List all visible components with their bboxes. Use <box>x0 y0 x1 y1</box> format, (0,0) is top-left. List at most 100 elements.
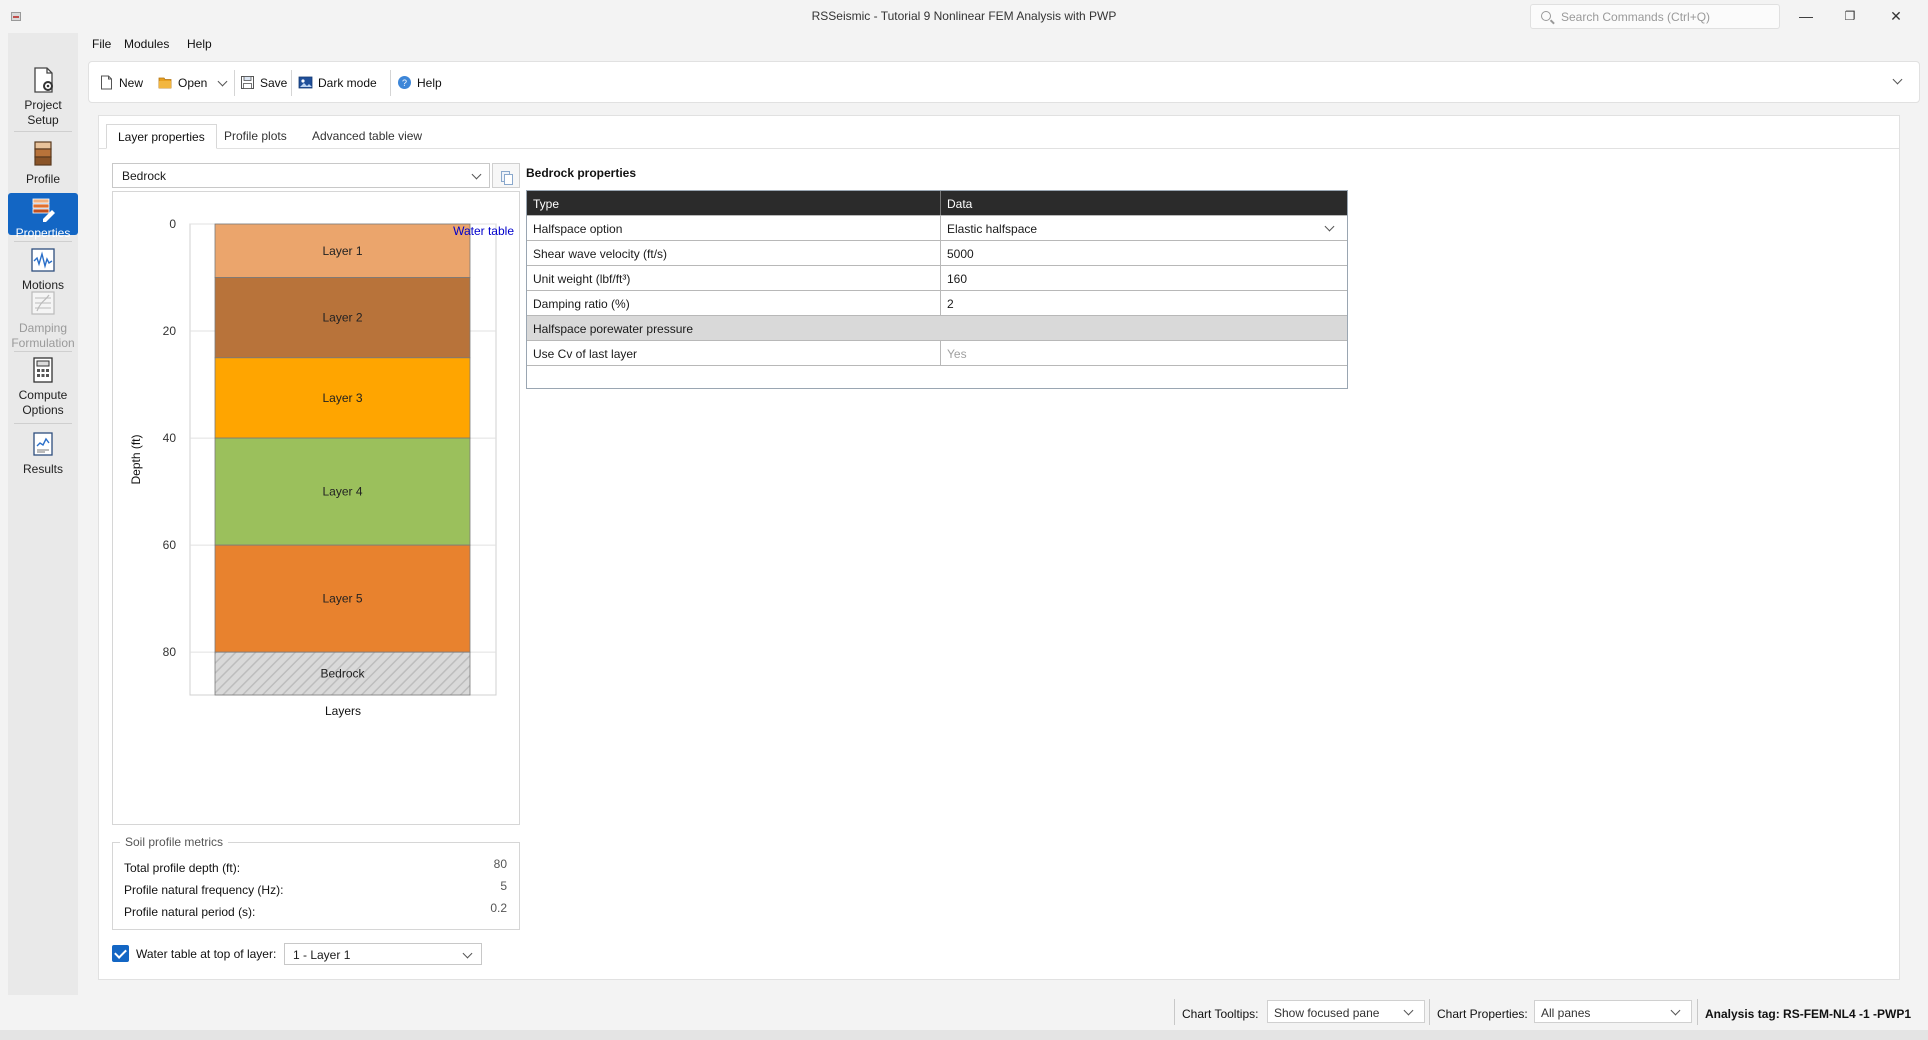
sidebar-divider <box>14 131 72 132</box>
sidebar-item-damping-formulation: Damping Formulation <box>8 289 78 350</box>
chevron-down-icon <box>1403 1005 1414 1016</box>
toolbar: New Open Save Dark mode ? Help <box>88 61 1920 103</box>
y-tick-label: 60 <box>163 538 177 552</box>
menu-modules[interactable]: Modules <box>124 37 169 51</box>
chart-yticks: 0 20 40 60 80 <box>163 217 177 659</box>
layer-label: Layer 4 <box>322 485 362 499</box>
tab-profile-plots[interactable]: Profile plots <box>213 124 298 149</box>
chart-properties-label: Chart Properties: <box>1437 1007 1528 1021</box>
property-name: Use Cv of last layer <box>527 341 941 365</box>
property-name: Shear wave velocity (ft/s) <box>527 241 941 265</box>
table-group-row: Halfspace porewater pressure <box>527 316 1347 341</box>
sidebar-item-compute-options[interactable]: Compute Options <box>8 356 78 417</box>
open-dropdown-chevron-icon[interactable] <box>217 76 228 87</box>
chart-tooltips-label: Chart Tooltips: <box>1182 1007 1259 1021</box>
status-divider <box>1697 999 1698 1025</box>
x-axis-label: Layers <box>325 704 361 718</box>
results-icon <box>33 432 53 456</box>
layer-label: Layer 2 <box>322 311 362 325</box>
column-header-data: Data <box>947 197 973 211</box>
metric-total-depth-label: Total profile depth (ft): <box>124 861 241 875</box>
search-placeholder: Search Commands (Ctrl+Q) <box>1561 10 1711 24</box>
sidebar-item-motions[interactable]: Motions <box>8 246 78 294</box>
properties-table: Type Data Halfspace option Elastic halfs… <box>526 190 1348 389</box>
damping-ratio-input[interactable]: 2 <box>941 291 1347 315</box>
metric-total-depth-value: 80 <box>493 857 507 871</box>
y-tick-label: 80 <box>163 645 177 659</box>
chevron-down-icon <box>462 948 473 959</box>
module-sidebar: Project Setup Profile Properties Motions <box>8 33 78 1032</box>
water-table-checkbox[interactable] <box>112 945 129 962</box>
metrics-legend: Soil profile metrics <box>120 835 229 849</box>
sidebar-divider <box>14 351 72 352</box>
window-bottom-edge <box>0 1030 1928 1040</box>
new-button[interactable]: New <box>97 74 143 94</box>
table-empty-row <box>527 366 1347 388</box>
title-bar: RSSeismic - Tutorial 9 Nonlinear FEM Ana… <box>0 0 1928 33</box>
sidebar-divider <box>14 241 72 242</box>
sidebar-item-properties[interactable]: Properties <box>8 193 78 240</box>
copy-layer-button[interactable] <box>492 163 520 188</box>
minimize-button[interactable]: — <box>1786 4 1826 29</box>
profile-chart[interactable]: Layer 1 Layer 2 Layer 3 Layer 4 Layer 5 Bedro… <box>112 191 520 825</box>
motions-icon <box>31 248 55 272</box>
toolbar-divider <box>234 70 235 96</box>
close-button[interactable]: ✕ <box>1876 4 1916 29</box>
metric-natural-frequency-value: 5 <box>500 879 507 893</box>
chart-properties-select[interactable]: All panes <box>1534 1000 1692 1023</box>
water-table-label-text: Water table at top of layer: <box>136 947 277 961</box>
toolbar-divider <box>390 70 391 96</box>
layer-label: Layer 5 <box>322 592 362 606</box>
chevron-down-icon <box>471 169 482 180</box>
y-axis-label: Depth (ft) <box>129 434 143 484</box>
layer-select[interactable]: Bedrock <box>112 163 490 188</box>
y-tick-label: 20 <box>163 324 177 338</box>
help-button[interactable]: ? Help <box>395 74 442 94</box>
dark-mode-button[interactable]: Dark mode <box>296 74 377 94</box>
analysis-tag: Analysis tag: RS-FEM-NL4 -1 -PWP1 <box>1705 1007 1912 1021</box>
halfspace-option-select[interactable]: Elastic halfspace <box>941 216 1347 240</box>
layer-label: Bedrock <box>320 667 365 681</box>
chevron-down-icon <box>1324 221 1335 232</box>
chart-tooltips-select[interactable]: Show focused pane <box>1267 1000 1425 1023</box>
properties-icon <box>32 198 55 222</box>
sidebar-item-results[interactable]: Results <box>8 430 78 478</box>
shear-wave-velocity-input[interactable]: 5000 <box>941 241 1347 265</box>
table-row: Shear wave velocity (ft/s) 5000 <box>527 241 1347 266</box>
project-setup-icon <box>34 67 53 93</box>
properties-title: Bedrock properties <box>526 166 637 180</box>
table-row: Halfspace option Elastic halfspace <box>527 216 1347 241</box>
status-divider <box>1429 999 1430 1025</box>
new-file-icon <box>101 75 112 90</box>
chevron-down-icon <box>1670 1005 1681 1016</box>
sidebar-item-profile[interactable]: Profile <box>8 140 78 188</box>
unit-weight-input[interactable]: 160 <box>941 266 1347 290</box>
collapse-ribbon-chevron-icon[interactable] <box>1892 74 1903 85</box>
status-bar: Chart Tooltips: Show focused pane Chart … <box>0 995 1928 1030</box>
layer-label: Layer 1 <box>322 244 362 258</box>
table-row: Damping ratio (%) 2 <box>527 291 1347 316</box>
property-name: Halfspace option <box>527 216 941 240</box>
damping-icon <box>31 291 55 315</box>
restore-button[interactable]: ❐ <box>1830 4 1870 29</box>
sidebar-item-project-setup[interactable]: Project Setup <box>8 66 78 127</box>
toolbar-divider <box>291 70 292 96</box>
svg-text:?: ? <box>402 78 407 88</box>
column-header-type: Type <box>527 191 941 215</box>
table-header-row: Type Data <box>527 191 1347 216</box>
tab-advanced-table-view[interactable]: Advanced table view <box>301 124 433 149</box>
table-row: Use Cv of last layer Yes <box>527 341 1347 366</box>
open-folder-icon <box>158 77 172 89</box>
water-table-layer-select[interactable]: 1 - Layer 1 <box>284 943 482 965</box>
search-commands-input[interactable]: Search Commands (Ctrl+Q) <box>1530 4 1780 29</box>
metric-natural-period-value: 0.2 <box>490 901 507 915</box>
use-cv-last-layer-value: Yes <box>947 347 967 361</box>
menu-file[interactable]: File <box>92 37 111 51</box>
menu-help[interactable]: Help <box>187 37 212 51</box>
open-button[interactable]: Open <box>156 74 207 94</box>
tab-layer-properties[interactable]: Layer properties <box>106 124 217 149</box>
save-button[interactable]: Save <box>238 74 287 94</box>
metric-natural-period-label: Profile natural period (s): <box>124 905 256 919</box>
water-table-label: Water table <box>453 224 514 238</box>
property-name: Unit weight (lbf/ft³) <box>527 266 941 290</box>
